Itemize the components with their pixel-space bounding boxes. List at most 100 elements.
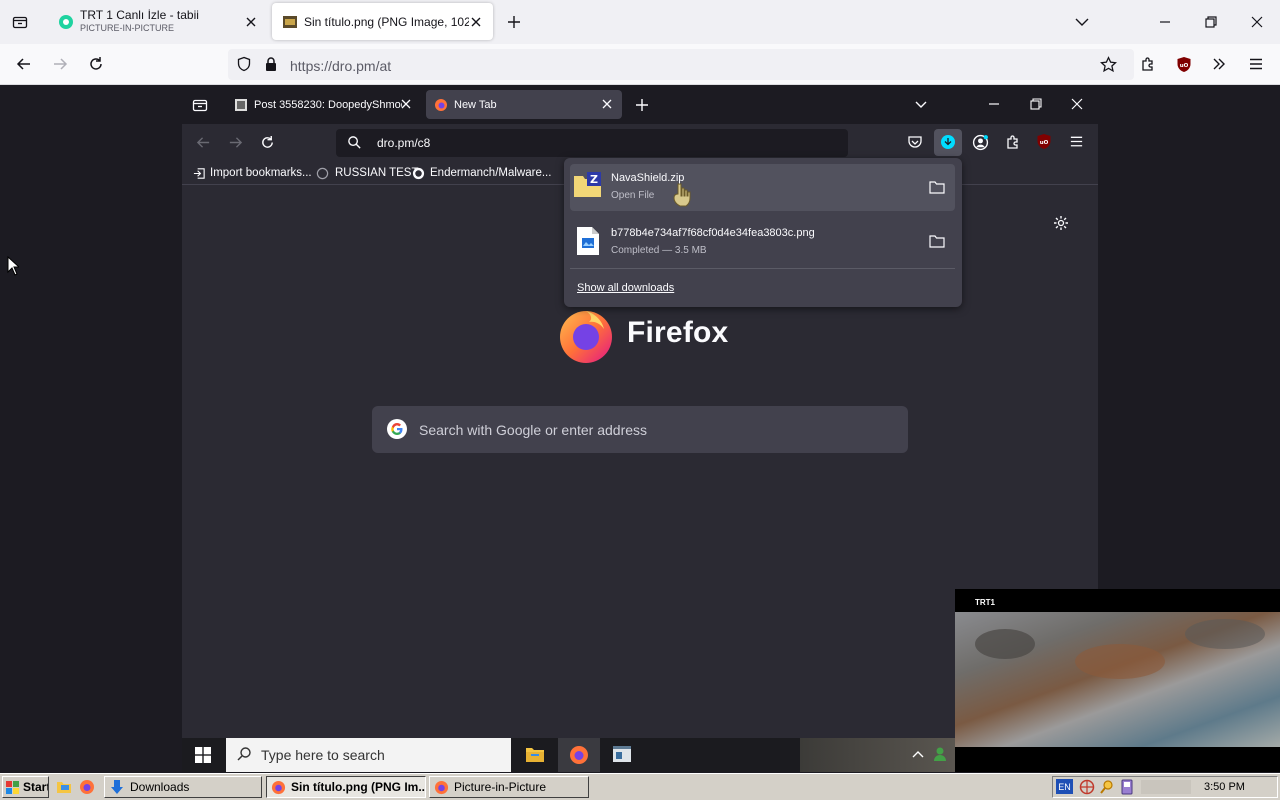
taskbar-firefox-button[interactable] <box>558 738 600 772</box>
reload-icon[interactable] <box>88 56 104 72</box>
language-indicator[interactable]: EN <box>1056 779 1073 794</box>
google-g-icon <box>386 418 408 440</box>
downloads-progress-icon <box>940 134 956 150</box>
reload-icon[interactable] <box>260 135 275 150</box>
account-icon[interactable] <box>972 134 989 151</box>
search-icon <box>347 135 362 150</box>
close-tab-icon[interactable] <box>601 98 613 110</box>
firefox-favicon-icon <box>434 98 448 112</box>
svg-text:uO: uO <box>1040 140 1049 146</box>
more-tools-chevron-icon[interactable] <box>1211 56 1227 72</box>
tab-title: New Tab <box>454 98 497 111</box>
taskbar-button-label: Picture-in-Picture <box>454 780 547 794</box>
firefox-quicklaunch-icon[interactable] <box>79 779 95 795</box>
lock-icon[interactable] <box>264 56 278 72</box>
close-tab-icon[interactable] <box>244 15 258 29</box>
bookmark-import[interactable]: Import bookmarks... <box>193 164 312 182</box>
tab-trt1[interactable]: TRT 1 Canlı İzle - tabii PICTURE-IN-PICT… <box>44 0 270 44</box>
tabii-favicon-icon <box>58 14 74 30</box>
tab-overflow-chevron-icon[interactable] <box>914 98 928 112</box>
taskbar-downloads-button[interactable]: Downloads <box>104 776 262 798</box>
bookmark-label: RUSSIAN TEST <box>335 167 419 179</box>
back-arrow-icon[interactable] <box>196 135 211 150</box>
chevron-up-icon[interactable] <box>911 748 925 760</box>
taskbar-sin-titulo-button[interactable]: Sin título.png (PNG Im... <box>266 776 426 798</box>
tab-overflow-chevron-icon[interactable] <box>1074 14 1090 30</box>
user-tray-icon[interactable] <box>932 746 948 762</box>
download-status: Completed — 3.5 MB <box>611 245 707 256</box>
gear-icon[interactable] <box>1053 215 1069 231</box>
clock: 3:50 PM <box>1204 781 1245 793</box>
close-tab-icon[interactable] <box>400 98 412 110</box>
svg-text:Z: Z <box>590 173 598 186</box>
firefox-icon <box>434 780 449 795</box>
extensions-puzzle-icon[interactable] <box>1140 56 1156 72</box>
search-tray-icon[interactable] <box>1099 779 1115 795</box>
new-tab-plus-icon[interactable] <box>506 14 522 30</box>
restore-icon[interactable] <box>1204 15 1218 29</box>
inner-url-text[interactable]: dro.pm/c8 <box>377 136 430 150</box>
back-arrow-icon[interactable] <box>16 56 32 72</box>
video-rock-shape <box>1075 644 1165 679</box>
device-tray-icon[interactable] <box>1120 779 1134 795</box>
downloads-button[interactable] <box>934 129 962 156</box>
github-icon <box>412 167 425 180</box>
extensions-puzzle-icon[interactable] <box>1005 134 1021 150</box>
divider <box>570 268 955 269</box>
tab-subtitle: PICTURE-IN-PICTURE <box>80 23 174 33</box>
bookmark-endermanch[interactable]: Endermanch/Malware... <box>412 164 551 182</box>
pocket-icon[interactable] <box>907 134 923 150</box>
close-tab-icon[interactable] <box>469 15 483 29</box>
windows-search-placeholder[interactable]: Type here to search <box>261 747 385 763</box>
taskbar-button-label: Downloads <box>130 780 190 794</box>
firefox-icon <box>569 745 589 765</box>
list-all-tabs-icon[interactable] <box>12 14 28 30</box>
video-rock-shape <box>1185 619 1265 649</box>
restore-icon[interactable] <box>1030 98 1042 110</box>
list-all-tabs-icon[interactable] <box>192 97 208 113</box>
mouse-cursor-icon <box>668 182 692 210</box>
outer-url-text[interactable]: https://dro.pm/at <box>290 58 391 74</box>
globe-icon <box>316 167 329 180</box>
app-window-icon[interactable] <box>612 745 632 763</box>
folder-icon[interactable] <box>929 234 945 248</box>
tracking-shield-icon[interactable] <box>236 56 252 72</box>
firefox-wordmark: Firefox <box>627 316 729 349</box>
taskbar-pip-button[interactable]: Picture-in-Picture <box>429 776 589 798</box>
close-window-icon[interactable] <box>1250 15 1264 29</box>
svg-text:uO: uO <box>1180 63 1189 69</box>
search-icon <box>236 746 252 762</box>
minimize-icon[interactable] <box>1158 15 1172 29</box>
forward-arrow-icon[interactable] <box>52 56 68 72</box>
start-button[interactable]: Start <box>2 776 49 798</box>
windows-start-icon[interactable] <box>195 747 211 763</box>
hamburger-menu-icon[interactable] <box>1248 56 1264 72</box>
bookmark-russian-test[interactable]: RUSSIAN TEST <box>316 164 419 182</box>
ublock-origin-icon[interactable]: uO <box>1176 56 1192 73</box>
tab-post-3558230[interactable]: Post 3558230: DoopedyShmoop <box>226 90 420 119</box>
page-favicon-icon <box>234 98 248 112</box>
ublock-origin-icon[interactable]: uO <box>1036 133 1052 150</box>
hamburger-menu-icon[interactable] <box>1069 134 1084 149</box>
show-all-downloads-link[interactable]: Show all downloads <box>577 282 674 294</box>
explorer-quicklaunch-icon[interactable] <box>56 779 72 795</box>
minimize-icon[interactable] <box>988 98 1000 110</box>
tab-title: Sin título.png (PNG Image, 102 <box>304 14 469 29</box>
tray-obscured-area <box>1141 780 1191 794</box>
tab-sin-titulo[interactable]: Sin título.png (PNG Image, 102 <box>272 3 493 40</box>
network-tray-icon[interactable] <box>1079 779 1095 795</box>
windows-flag-icon <box>6 780 20 794</box>
newtab-search-placeholder[interactable]: Search with Google or enter address <box>419 422 647 438</box>
bookmark-star-icon[interactable] <box>1100 56 1117 73</box>
folder-icon[interactable] <box>929 180 945 194</box>
file-explorer-icon[interactable] <box>525 745 545 763</box>
new-tab-plus-icon[interactable] <box>635 98 649 112</box>
tab-new-tab[interactable]: New Tab <box>426 90 622 119</box>
start-label: Start <box>23 780 49 794</box>
close-window-icon[interactable] <box>1071 98 1083 110</box>
forward-arrow-icon[interactable] <box>228 135 243 150</box>
download-filename[interactable]: b778b4e734af7f68cf0d4e34fea3803c.png <box>611 227 815 239</box>
picture-in-picture-video[interactable]: TRT1 <box>955 589 1280 772</box>
bookmark-label: Endermanch/Malware... <box>430 167 552 179</box>
download-arrow-icon <box>109 779 125 795</box>
